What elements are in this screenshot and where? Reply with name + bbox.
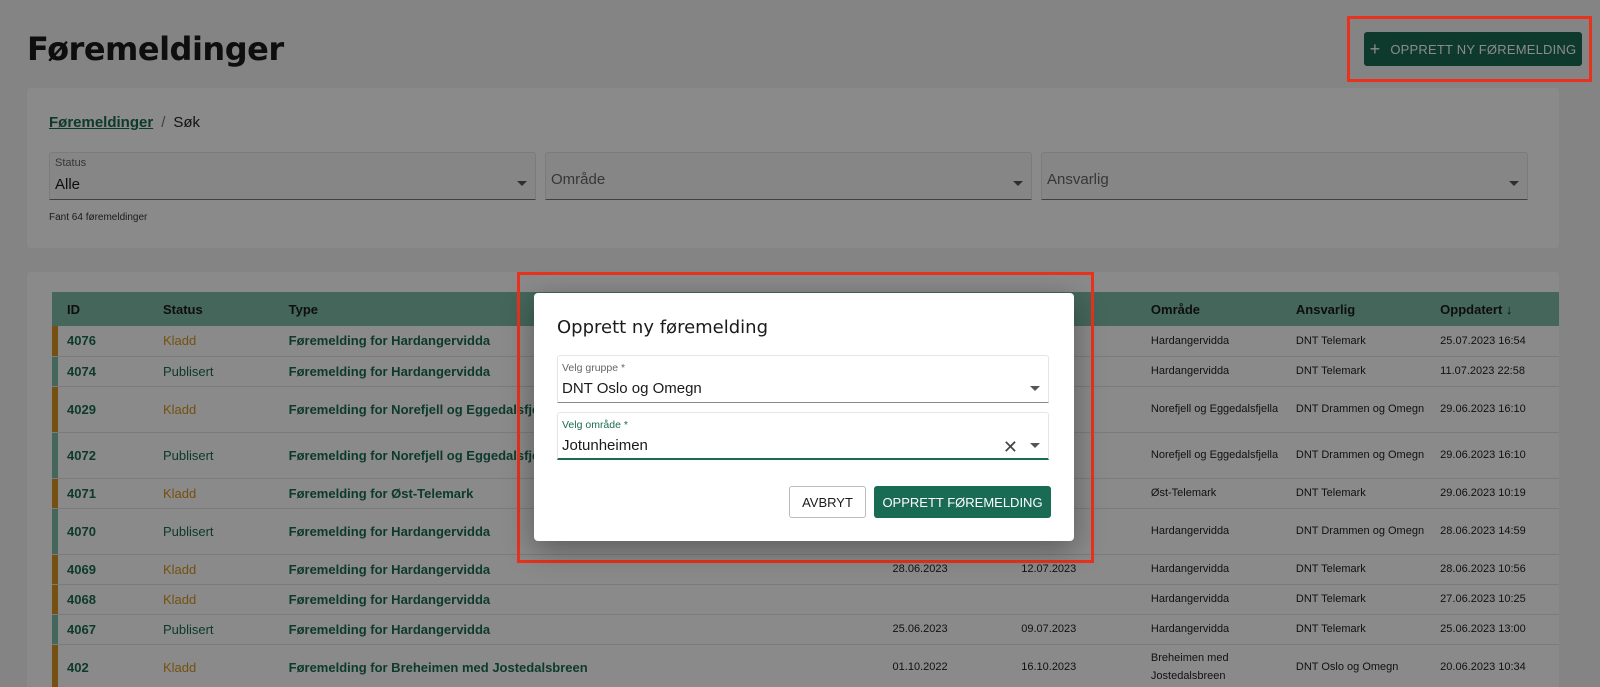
create-report-dialog: Opprett ny føremelding Velg gruppe * DNT… [534,293,1074,541]
create-report-submit-button[interactable]: OPPRETT FØREMELDING [874,486,1051,518]
chevron-down-icon [1030,443,1040,448]
group-select[interactable]: Velg gruppe * DNT Oslo og Omegn [557,355,1049,403]
area-select-dialog[interactable]: Velg område * Jotunheimen ✕ [557,412,1049,460]
clear-icon[interactable]: ✕ [1003,438,1018,456]
area-select-dialog-value: Jotunheimen [562,437,648,454]
area-select-dialog-label: Velg område * [562,419,628,431]
group-select-label: Velg gruppe * [562,362,626,374]
highlight-box-create-button [1347,16,1592,82]
dialog-title: Opprett ny føremelding [557,317,769,338]
group-select-value: DNT Oslo og Omegn [562,380,702,397]
chevron-down-icon [1030,386,1040,391]
cancel-button[interactable]: AVBRYT [789,486,866,518]
